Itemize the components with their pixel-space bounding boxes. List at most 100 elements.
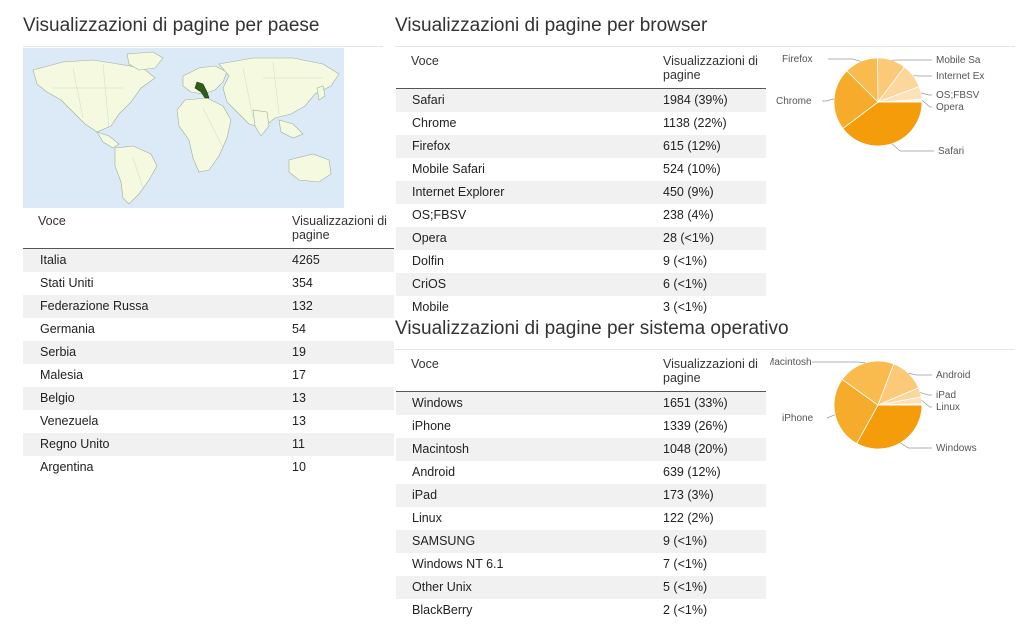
- row-value: 17: [292, 368, 306, 382]
- row-label[interactable]: BlackBerry: [396, 599, 663, 622]
- table-row[interactable]: Other Unix 5 (<1%): [396, 576, 766, 599]
- table-row[interactable]: Internet Explorer 450 (9%): [396, 181, 766, 204]
- row-value: 19: [292, 341, 394, 364]
- os-col-voce[interactable]: Voce: [396, 351, 663, 392]
- table-row[interactable]: Venezuela 13: [23, 410, 394, 433]
- table-row[interactable]: Linux 122 (2%): [396, 507, 766, 530]
- table-row[interactable]: Windows NT 6.1 7 (<1%): [396, 553, 766, 576]
- row-label[interactable]: Linux: [396, 507, 663, 530]
- row-value: 3 (<1%): [663, 300, 708, 314]
- pie-label: Chrome: [776, 96, 812, 107]
- table-row[interactable]: Malesia 17: [23, 364, 394, 387]
- row-label[interactable]: Venezuela: [23, 410, 292, 433]
- table-row[interactable]: Opera 28 (<1%): [396, 227, 766, 250]
- pie-label-leader: [900, 442, 932, 449]
- table-row[interactable]: Android 639 (12%): [396, 461, 766, 484]
- row-label[interactable]: Federazione Russa: [23, 295, 292, 318]
- row-value: 450 (9%): [663, 181, 766, 204]
- row-value: 1048 (20%): [663, 438, 766, 461]
- row-value: 28 (<1%): [663, 227, 766, 250]
- row-label[interactable]: CriOS: [396, 273, 663, 296]
- row-label[interactable]: Internet Explorer: [396, 181, 663, 204]
- browser-col-views[interactable]: Visualizzazioni di pagine: [663, 48, 766, 89]
- table-row[interactable]: Windows 1651 (33%): [396, 391, 766, 415]
- row-label[interactable]: OS;FBSV: [396, 204, 663, 227]
- row-label[interactable]: Mobile Safari: [396, 158, 663, 181]
- row-label[interactable]: Macintosh: [396, 438, 663, 461]
- pie-label-leader: [921, 92, 932, 96]
- pie-label-leader: [919, 392, 932, 396]
- row-label[interactable]: SAMSUNG: [396, 530, 663, 553]
- pie-label: Windows: [936, 443, 977, 454]
- browser-section-title: Visualizzazioni di pagine per browser: [395, 15, 708, 36]
- table-row[interactable]: Firefox 615 (12%): [396, 135, 766, 158]
- row-value: 2 (<1%): [663, 603, 708, 617]
- table-row[interactable]: Belgio 13: [23, 387, 394, 410]
- row-label[interactable]: Firefox: [396, 135, 663, 158]
- country-title-divider: [23, 46, 383, 47]
- browser-title-divider: [395, 46, 1015, 47]
- row-label[interactable]: Android: [396, 461, 663, 484]
- row-label[interactable]: Stati Uniti: [23, 272, 292, 295]
- row-label[interactable]: Mobile: [396, 296, 663, 319]
- table-row[interactable]: Macintosh 1048 (20%): [396, 438, 766, 461]
- table-row[interactable]: iPhone 1339 (26%): [396, 415, 766, 438]
- row-value: 173 (3%): [663, 484, 766, 507]
- table-row[interactable]: Federazione Russa 132: [23, 295, 394, 318]
- table-row[interactable]: Safari 1984 (39%): [396, 88, 766, 112]
- table-row[interactable]: OS;FBSV 238 (4%): [396, 204, 766, 227]
- row-label[interactable]: Windows: [396, 391, 663, 415]
- table-row[interactable]: iPad 173 (3%): [396, 484, 766, 507]
- row-label[interactable]: iPad: [396, 484, 663, 507]
- os-col-views[interactable]: Visualizzazioni di pagine: [663, 351, 766, 392]
- os-section-title: Visualizzazioni di pagine per sistema op…: [395, 318, 789, 339]
- row-label[interactable]: Malesia: [23, 364, 292, 387]
- world-map[interactable]: [23, 48, 344, 208]
- table-row[interactable]: Argentina 10: [23, 456, 394, 479]
- pie-label: iPhone: [782, 413, 814, 424]
- row-value: 238 (4%): [663, 208, 714, 222]
- country-col-views[interactable]: Visualizzazioni di pagine: [292, 208, 394, 249]
- row-label[interactable]: Belgio: [23, 387, 292, 410]
- row-value: 10: [292, 460, 306, 474]
- table-row[interactable]: Italia 4265: [23, 248, 394, 272]
- row-value: 1984 (39%): [663, 88, 766, 112]
- table-row[interactable]: Mobile 3 (<1%): [396, 296, 766, 319]
- row-label[interactable]: iPhone: [396, 415, 663, 438]
- row-value: 13: [292, 387, 394, 410]
- table-row[interactable]: Mobile Safari 524 (10%): [396, 158, 766, 181]
- row-label[interactable]: Argentina: [23, 456, 292, 479]
- table-row[interactable]: Serbia 19: [23, 341, 394, 364]
- row-value: 1138 (22%): [663, 116, 727, 130]
- table-row[interactable]: Stati Uniti 354: [23, 272, 394, 295]
- table-row[interactable]: Chrome 1138 (22%): [396, 112, 766, 135]
- pie-label-leader: [828, 58, 862, 62]
- row-value: 4265: [292, 248, 394, 272]
- row-label[interactable]: Opera: [396, 227, 663, 250]
- row-label[interactable]: Serbia: [23, 341, 292, 364]
- row-label[interactable]: Regno Unito: [23, 433, 292, 456]
- table-row[interactable]: BlackBerry 2 (<1%): [396, 599, 766, 622]
- row-label[interactable]: Dolfin: [396, 250, 663, 273]
- row-value: 9 (<1%): [663, 254, 708, 268]
- row-label[interactable]: Germania: [23, 318, 292, 341]
- table-row[interactable]: Dolfin 9 (<1%): [396, 250, 766, 273]
- row-label[interactable]: Chrome: [396, 112, 663, 135]
- table-row[interactable]: Regno Unito 11: [23, 433, 394, 456]
- os-table: Voce Visualizzazioni di pagine Windows 16…: [396, 351, 766, 622]
- row-label[interactable]: Windows NT 6.1: [396, 553, 663, 576]
- table-row[interactable]: Germania 54: [23, 318, 394, 341]
- pie-label-leader: [826, 414, 836, 419]
- browser-col-voce[interactable]: Voce: [396, 48, 663, 89]
- row-label[interactable]: Safari: [396, 88, 663, 112]
- row-label[interactable]: Other Unix: [396, 576, 663, 599]
- country-col-voce[interactable]: Voce: [23, 208, 292, 249]
- row-label[interactable]: Italia: [23, 248, 292, 272]
- pie-label: OS;FBSV: [936, 90, 980, 101]
- table-row[interactable]: SAMSUNG 9 (<1%): [396, 530, 766, 553]
- row-value: 9 (<1%): [663, 530, 766, 553]
- row-value: 11: [292, 433, 394, 456]
- table-row[interactable]: CriOS 6 (<1%): [396, 273, 766, 296]
- pie-label-leader: [812, 361, 866, 364]
- pie-label-leader: [891, 143, 934, 152]
